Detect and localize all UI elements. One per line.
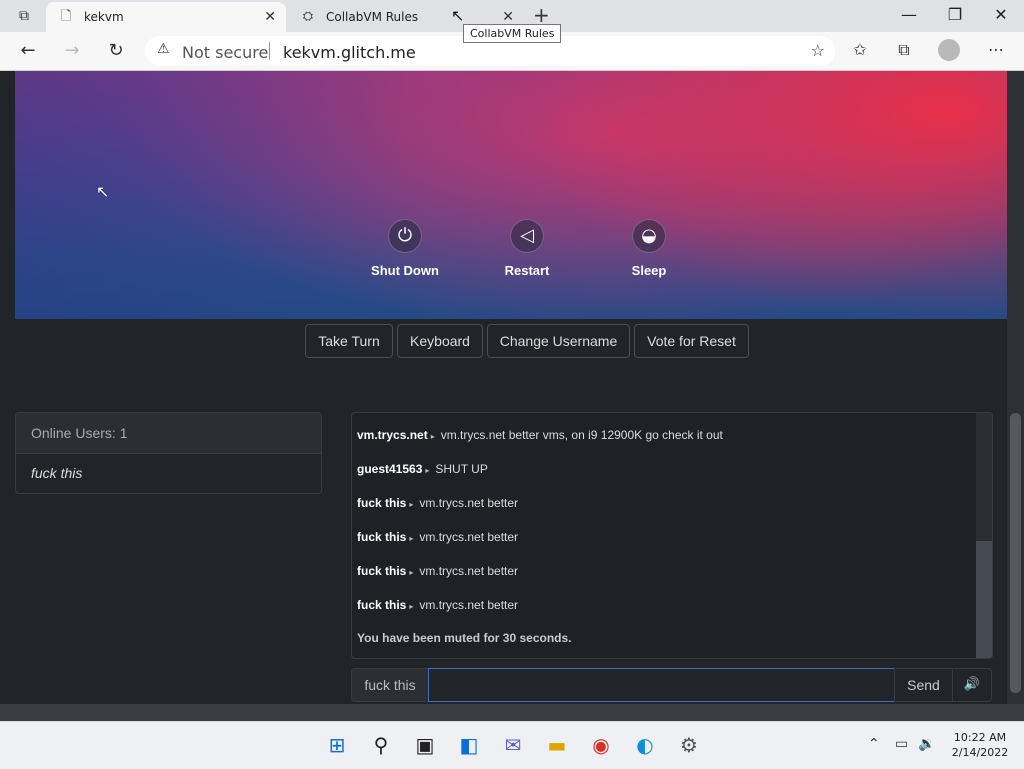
online-users-header: Online Users: 1 xyxy=(16,413,321,454)
keyboard-button[interactable]: Keyboard xyxy=(397,324,483,358)
chrome-icon[interactable]: ◉ xyxy=(588,732,614,758)
option-label: Shut Down xyxy=(371,263,439,278)
chat-text: vm.trycs.net better xyxy=(419,598,519,612)
chat-username: fuck this xyxy=(357,530,407,544)
chat-text: vm.trycs.net better vms, on i9 12900K go… xyxy=(440,428,723,442)
clock-date: 2/14/2022 xyxy=(951,746,1009,759)
tab-title: kekvm xyxy=(84,10,124,24)
tab-tooltip: CollabVM Rules xyxy=(463,24,562,43)
file-explorer-icon[interactable]: ▬ xyxy=(544,732,570,758)
chat-message: fuck this ▸ vm.trycs.net better xyxy=(357,564,518,578)
clock-time: 10:22 AM xyxy=(953,731,1007,744)
arrow-icon: ▸ xyxy=(409,568,414,577)
chat-input-group: fuck this Send 🔊 xyxy=(351,668,992,702)
edge-icon[interactable]: ◐ xyxy=(632,732,658,758)
chat-text: vm.trycs.net better xyxy=(419,530,519,544)
close-tab-icon[interactable]: ✕ xyxy=(264,8,276,26)
tab-actions-icon[interactable]: ⧉ xyxy=(10,6,38,26)
profile-avatar[interactable] xyxy=(938,39,960,61)
page-icon: 🗋 xyxy=(60,9,72,24)
chat-scrollbar-thumb[interactable] xyxy=(976,541,992,658)
chat-message: fuck this ▸ vm.trycs.net better xyxy=(357,530,518,544)
shut-down-option[interactable]: ⏻ Shut Down xyxy=(355,219,455,278)
chevron-up-icon[interactable]: ⌃ xyxy=(868,736,880,752)
chat-username-label: fuck this xyxy=(351,668,429,702)
volume-icon[interactable]: 🔊 xyxy=(952,668,992,702)
restart-icon: ◁ xyxy=(510,219,544,253)
chat-username: fuck this xyxy=(357,598,407,612)
chat-icon[interactable]: ✉ xyxy=(500,732,526,758)
horizontal-scrollbar[interactable] xyxy=(0,704,1024,721)
tab-title: CollabVM Rules xyxy=(326,10,419,24)
option-label: Restart xyxy=(504,263,550,278)
sleep-option[interactable]: ◒ Sleep xyxy=(599,219,699,278)
new-tab-button[interactable]: + xyxy=(533,4,550,26)
chat-log[interactable]: vm.trycs.net ▸ vm.trycs.net better vms, on… xyxy=(351,412,993,659)
chat-username: fuck this xyxy=(357,564,407,578)
security-label[interactable]: Not secure xyxy=(182,43,268,62)
chat-message: fuck this ▸ vm.trycs.net better xyxy=(357,598,518,612)
url-text[interactable]: kekvm.glitch.me xyxy=(283,43,416,62)
chat-text: vm.trycs.net better xyxy=(419,496,519,510)
start-icon[interactable]: ⊞ xyxy=(324,732,350,758)
arrow-icon: ▸ xyxy=(430,432,435,441)
sleep-icon: ◒ xyxy=(632,219,666,253)
vote-for-reset-button[interactable]: Vote for Reset xyxy=(634,324,749,358)
arrow-icon: ▸ xyxy=(409,534,414,543)
task-view-icon[interactable]: ▣ xyxy=(412,732,438,758)
divider xyxy=(269,42,270,60)
widgets-icon[interactable]: ◧ xyxy=(456,732,482,758)
change-username-button[interactable]: Change Username xyxy=(487,324,630,358)
power-icon: ⏻ xyxy=(388,219,422,253)
online-users-panel: Online Users: 1 fuck this xyxy=(15,412,322,494)
chat-username: guest41563 xyxy=(357,462,423,476)
forward-icon[interactable]: → xyxy=(60,39,84,63)
arrow-icon: ▸ xyxy=(425,466,430,475)
vm-display[interactable]: ↖ ⏻ Shut Down ◁ Restart ◒ Sleep xyxy=(15,71,1007,319)
chat-message-input[interactable] xyxy=(428,668,895,702)
user-list-item[interactable]: fuck this xyxy=(16,454,321,493)
option-label: Sleep xyxy=(631,263,667,278)
system-message: You have been muted for 30 seconds. xyxy=(357,631,572,645)
arrow-icon: ▸ xyxy=(409,602,414,611)
minimize-button[interactable]: — xyxy=(889,5,929,24)
collections-icon[interactable]: ⧉ xyxy=(892,40,916,62)
add-favorite-icon[interactable]: ☆ xyxy=(811,41,825,60)
vm-cursor-icon: ↖ xyxy=(96,182,110,201)
chat-message: guest41563 ▸ SHUT UP xyxy=(357,462,488,476)
refresh-icon[interactable]: ↻ xyxy=(104,39,128,63)
search-icon[interactable]: ⚲ xyxy=(368,732,394,758)
chat-username: vm.trycs.net xyxy=(357,428,428,442)
favorites-icon[interactable]: ✩ xyxy=(848,40,872,62)
chat-text: SHUT UP xyxy=(435,462,488,476)
close-window-button[interactable]: ✕ xyxy=(981,5,1021,24)
restore-button[interactable]: ❐ xyxy=(935,5,975,24)
page-scrollbar[interactable] xyxy=(1007,71,1024,704)
chat-message: fuck this ▸ vm.trycs.net better xyxy=(357,496,518,510)
page-scrollbar-thumb[interactable] xyxy=(1010,413,1021,693)
mouse-pointer-icon: ↖ xyxy=(451,6,465,25)
clock[interactable]: 10:22 AM 2/14/2022 xyxy=(948,730,1012,760)
send-button[interactable]: Send xyxy=(894,668,953,702)
speaker-icon[interactable]: 🔉 xyxy=(918,736,935,752)
take-turn-button[interactable]: Take Turn xyxy=(305,324,393,358)
more-options-icon[interactable]: ⋯ xyxy=(984,40,1008,62)
chat-username: fuck this xyxy=(357,496,407,510)
restart-option[interactable]: ◁ Restart xyxy=(477,219,577,278)
settings-icon[interactable]: ⚙ xyxy=(676,732,702,758)
tab-kekvm[interactable]: 🗋 kekvm ✕ xyxy=(46,2,286,32)
warning-icon[interactable]: ⚠ xyxy=(157,41,170,57)
back-icon[interactable]: ← xyxy=(16,39,40,63)
collabvm-icon: ⛭ xyxy=(302,9,314,24)
chat-scrollbar[interactable] xyxy=(976,413,992,658)
taskbar: ⊞ ⚲ ▣ ◧ ✉ ▬ ◉ ◐ ⚙ ⌃ ▭ 🔉 10:22 AM 2/14/20… xyxy=(0,721,1024,769)
network-icon[interactable]: ▭ xyxy=(895,736,908,752)
chat-message: vm.trycs.net ▸ vm.trycs.net better vms, on… xyxy=(357,428,723,442)
arrow-icon: ▸ xyxy=(409,500,414,509)
chat-text: vm.trycs.net better xyxy=(419,564,519,578)
